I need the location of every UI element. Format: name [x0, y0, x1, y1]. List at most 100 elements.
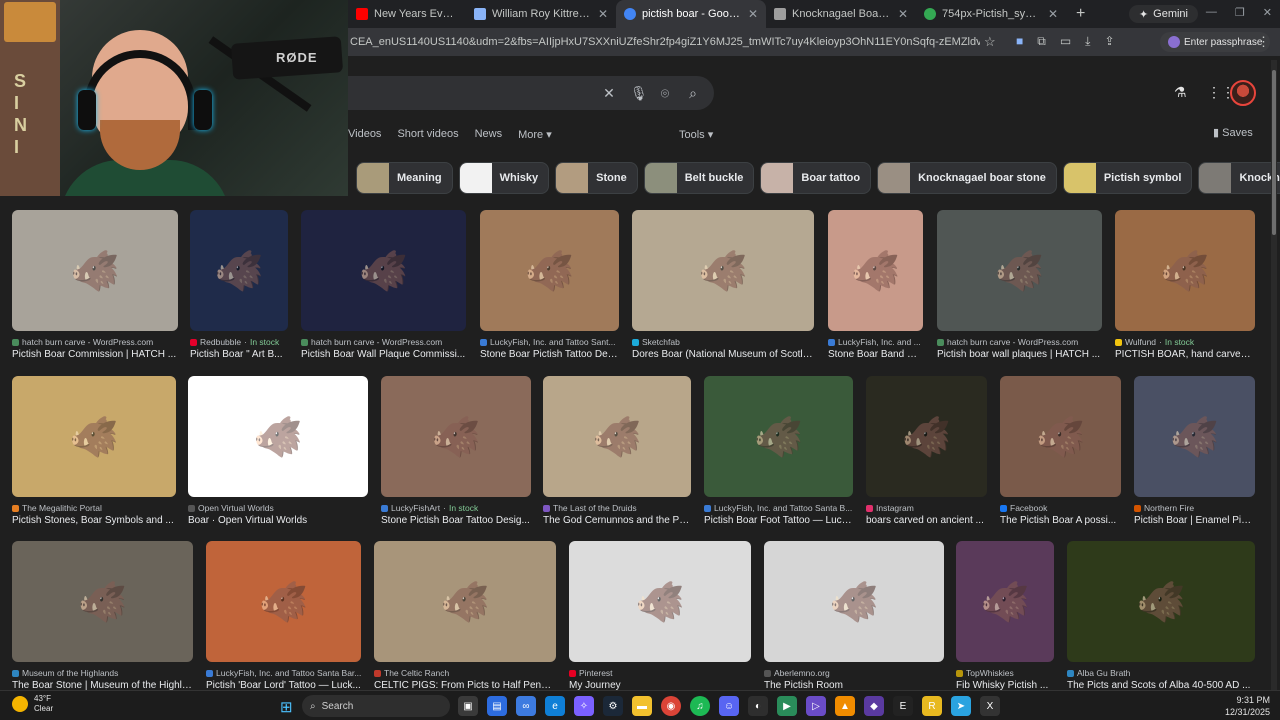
new-tab-button[interactable]: +: [1066, 5, 1095, 23]
result-source[interactable]: Instagram: [866, 503, 987, 513]
image-result[interactable]: 🐗 Open Virtual Worlds Boar · Open Virtual …: [188, 376, 368, 533]
result-source[interactable]: TopWhiskies: [956, 668, 1054, 678]
tab-google-search[interactable]: pictish boar - Google Search ✕: [616, 0, 766, 28]
store-icon[interactable]: ▤: [487, 696, 507, 716]
image-result[interactable]: 🐗 Wulfund · In stock PICTISH BOAR, hand carv…: [1115, 210, 1255, 367]
result-thumbnail[interactable]: 🐗: [374, 541, 556, 662]
download-icon[interactable]: ⤓: [1085, 34, 1090, 49]
result-title[interactable]: Stone Boar Pictish Tattoo Des...: [480, 349, 619, 360]
image-result[interactable]: 🐗 The Last of the Druids The God Cernunnos…: [543, 376, 691, 533]
profile-avatar[interactable]: [1230, 80, 1256, 106]
app-icon[interactable]: ▶: [777, 696, 797, 716]
filter-chip[interactable]: Whisky: [458, 162, 550, 194]
more-menu-icon[interactable]: ⋮: [1257, 34, 1270, 50]
result-thumbnail[interactable]: 🐗: [569, 541, 751, 662]
result-thumbnail[interactable]: 🐗: [764, 541, 944, 662]
filter-chip[interactable]: Knocknagael boar stone: [877, 162, 1057, 194]
discord-icon[interactable]: ☺: [719, 696, 739, 716]
result-title[interactable]: Pictish boar wall plaques | HATCH ...: [937, 349, 1102, 360]
result-title[interactable]: Stone Pictish Boar Tattoo Desig...: [381, 515, 531, 526]
result-thumbnail[interactable]: 🐗: [381, 376, 531, 497]
result-title[interactable]: Pictish Boar Commission | HATCH ...: [12, 349, 178, 360]
result-source[interactable]: The Megalithic Portal: [12, 503, 176, 513]
telegram-icon[interactable]: ➤: [951, 696, 971, 716]
image-result[interactable]: 🐗 hatch burn carve - WordPress.com Pictish…: [301, 210, 466, 367]
result-source[interactable]: LuckyFishArt · In stock: [381, 503, 531, 513]
result-title[interactable]: Pictish Boar " Art B...: [190, 349, 288, 360]
image-result[interactable]: 🐗 LuckyFish, Inc. and ... Stone Boar Band …: [828, 210, 923, 367]
result-thumbnail[interactable]: 🐗: [12, 541, 193, 662]
lens-icon[interactable]: ⌾: [658, 85, 672, 102]
result-thumbnail[interactable]: 🐗: [188, 376, 368, 497]
result-source[interactable]: Open Virtual Worlds: [188, 503, 368, 513]
result-source[interactable]: hatch burn carve - WordPress.com: [12, 337, 178, 347]
extension-icon[interactable]: ■: [1016, 34, 1023, 49]
result-source[interactable]: Northern Fire: [1134, 503, 1255, 513]
saves-button[interactable]: ▮ Saves: [1213, 126, 1253, 139]
result-thumbnail[interactable]: 🐗: [543, 376, 691, 497]
result-title[interactable]: Boar · Open Virtual Worlds: [188, 515, 368, 526]
minimize-icon[interactable]: —: [1206, 6, 1217, 19]
image-result[interactable]: 🐗 Pinterest My Journey: [569, 541, 751, 698]
microphone-icon[interactable]: 🎙: [630, 85, 648, 102]
search-icon[interactable]: ⌕: [686, 85, 700, 102]
tab-pictish-symbol[interactable]: 754px-Pictish_symbol_stone_... ✕: [916, 0, 1066, 28]
system-clock[interactable]: 9:31 PM 12/31/2025: [1225, 694, 1270, 718]
result-title[interactable]: Stone Boar Band Pi...: [828, 349, 923, 360]
filter-chip[interactable]: Meaning: [356, 162, 453, 194]
image-result[interactable]: 🐗 Redbubble · In stock Pictish Boar " Art B.…: [190, 210, 288, 367]
result-source[interactable]: LuckyFish, Inc. and ...: [828, 337, 923, 347]
taskbar-search[interactable]: ⌕ Search: [302, 695, 450, 717]
result-source[interactable]: Redbubble · In stock: [190, 337, 288, 347]
file-explorer-icon[interactable]: ▬: [632, 696, 652, 716]
bookmark-star-icon[interactable]: ☆: [984, 34, 996, 50]
tab-knocknagael[interactable]: Knocknagael Boar Stone: Hist... ✕: [766, 0, 916, 28]
result-source[interactable]: Aberlemno.org: [764, 668, 944, 678]
close-icon[interactable]: ✕: [1048, 7, 1058, 21]
nav-tab-more[interactable]: More ▾: [518, 128, 552, 141]
app-icon[interactable]: X: [980, 696, 1000, 716]
result-source[interactable]: LuckyFish, Inc. and Tattoo Santa B...: [704, 503, 853, 513]
image-result[interactable]: 🐗 Northern Fire Pictish Boar | Enamel Pin …: [1134, 376, 1255, 533]
result-thumbnail[interactable]: 🐗: [704, 376, 853, 497]
close-icon[interactable]: ✕: [748, 7, 758, 21]
filter-chip[interactable]: Pictish symbol: [1062, 162, 1193, 194]
result-title[interactable]: The God Cernunnos and the Pic...: [543, 515, 691, 526]
epic-games-icon[interactable]: E: [893, 696, 913, 716]
image-result[interactable]: 🐗 Aberlemno.org The Pictish Room: [764, 541, 944, 698]
result-title[interactable]: Pictish Boar Foot Tattoo — Luck...: [704, 515, 853, 526]
image-result[interactable]: 🐗 Instagram boars carved on ancient ...: [866, 376, 987, 533]
image-result[interactable]: 🐗 hatch burn carve - WordPress.com Pictish…: [12, 210, 178, 367]
image-result[interactable]: 🐗 hatch burn carve - WordPress.com Pictish…: [937, 210, 1102, 367]
result-thumbnail[interactable]: 🐗: [1000, 376, 1121, 497]
tab-kittrell[interactable]: William Roy Kittrell (1959-20... ✕: [466, 0, 616, 28]
app-icon[interactable]: R: [922, 696, 942, 716]
result-title[interactable]: Pictish Boar | Enamel Pin ...: [1134, 515, 1255, 526]
result-thumbnail[interactable]: 🐗: [1115, 210, 1255, 331]
passphrase-button[interactable]: Enter passphrase: [1160, 32, 1271, 52]
windows-start-icon[interactable]: ⊞: [280, 698, 293, 716]
result-source[interactable]: The Last of the Druids: [543, 503, 691, 513]
image-result[interactable]: 🐗 The Megalithic Portal Pictish Stones, Bo…: [12, 376, 176, 533]
result-thumbnail[interactable]: 🐗: [828, 210, 923, 331]
image-result[interactable]: 🐗 TopWhiskies Fib Whisky Pictish ...: [956, 541, 1054, 698]
result-source[interactable]: hatch burn carve - WordPress.com: [937, 337, 1102, 347]
filter-chip[interactable]: Belt buckle: [643, 162, 755, 194]
result-source[interactable]: Wulfund · In stock: [1115, 337, 1255, 347]
result-thumbnail[interactable]: 🐗: [301, 210, 466, 331]
result-source[interactable]: Facebook: [1000, 503, 1121, 513]
image-result[interactable]: 🐗 The Celtic Ranch CELTIC PIGS: From Picts…: [374, 541, 556, 698]
result-source[interactable]: Pinterest: [569, 668, 751, 678]
clear-icon[interactable]: ✕: [602, 85, 616, 102]
task-view-icon[interactable]: ▣: [458, 696, 478, 716]
app-icon[interactable]: ◆: [864, 696, 884, 716]
result-source[interactable]: The Celtic Ranch: [374, 668, 556, 678]
weather-widget[interactable]: 43°F Clear: [12, 694, 53, 714]
tab-search-icon[interactable]: ▭: [1060, 34, 1071, 49]
share-icon[interactable]: ⇪: [1104, 34, 1114, 49]
result-thumbnail[interactable]: 🐗: [632, 210, 814, 331]
result-title[interactable]: PICTISH BOAR, hand carved ...: [1115, 349, 1255, 360]
restore-icon[interactable]: ❐: [1235, 6, 1245, 19]
filter-chip[interactable]: Boar tattoo: [760, 162, 872, 194]
result-title[interactable]: boars carved on ancient ...: [866, 515, 987, 526]
